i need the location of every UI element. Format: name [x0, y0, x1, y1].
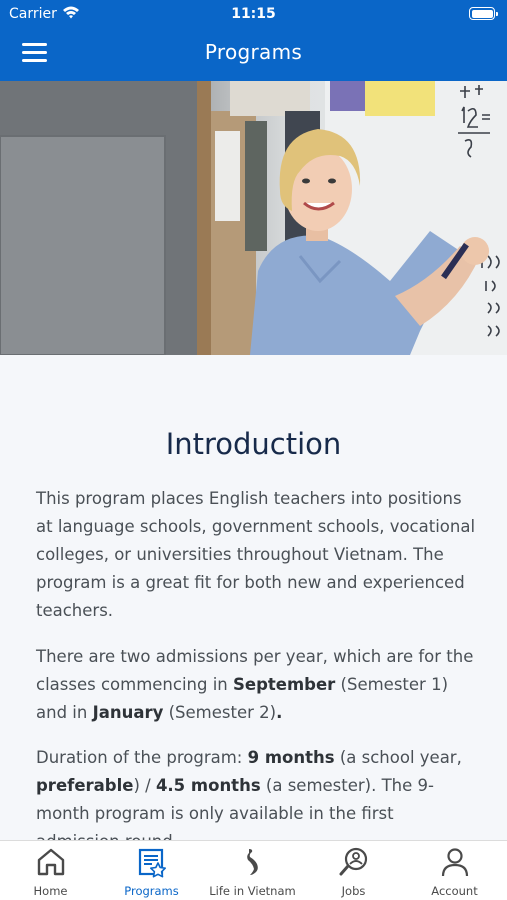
- battery-icon: [469, 7, 498, 20]
- page-title: Programs: [204, 40, 303, 64]
- program-content: Introduction This program places English…: [0, 355, 507, 840]
- tab-home-label: Home: [33, 884, 68, 898]
- tab-account-label: Account: [431, 884, 478, 898]
- teacher-at-whiteboard-image: [0, 81, 507, 355]
- tab-jobs[interactable]: Jobs: [303, 841, 404, 900]
- status-bar: Carrier 11:15: [0, 0, 507, 28]
- hero-image: [0, 81, 507, 355]
- tab-account[interactable]: Account: [404, 841, 505, 900]
- account-icon: [441, 848, 469, 877]
- header: Carrier 11:15 Programs: [0, 0, 507, 81]
- tab-programs-label: Programs: [124, 884, 179, 898]
- job-search-icon: [339, 847, 368, 876]
- home-icon: [37, 848, 65, 876]
- tab-programs[interactable]: Programs: [101, 841, 202, 900]
- vietnam-map-icon: [247, 849, 258, 875]
- duration-paragraph: Duration of the program: 9 months (a sch…: [36, 748, 462, 840]
- tab-home[interactable]: Home: [0, 841, 101, 900]
- tab-life-in-vietnam-label: Life in Vietnam: [209, 884, 296, 898]
- tab-bar: Home Programs Life in Vietnam Jobs Accou…: [0, 840, 507, 900]
- clock: 11:15: [231, 6, 276, 22]
- section-title: Introduction: [165, 427, 342, 461]
- tab-life-in-vietnam[interactable]: Life in Vietnam: [202, 841, 303, 900]
- tab-jobs-label: Jobs: [341, 884, 366, 898]
- programs-icon: [138, 848, 166, 878]
- admissions-paragraph: There are two admissions per year, which…: [36, 647, 474, 722]
- intro-paragraph: This program places English teachers int…: [36, 489, 476, 620]
